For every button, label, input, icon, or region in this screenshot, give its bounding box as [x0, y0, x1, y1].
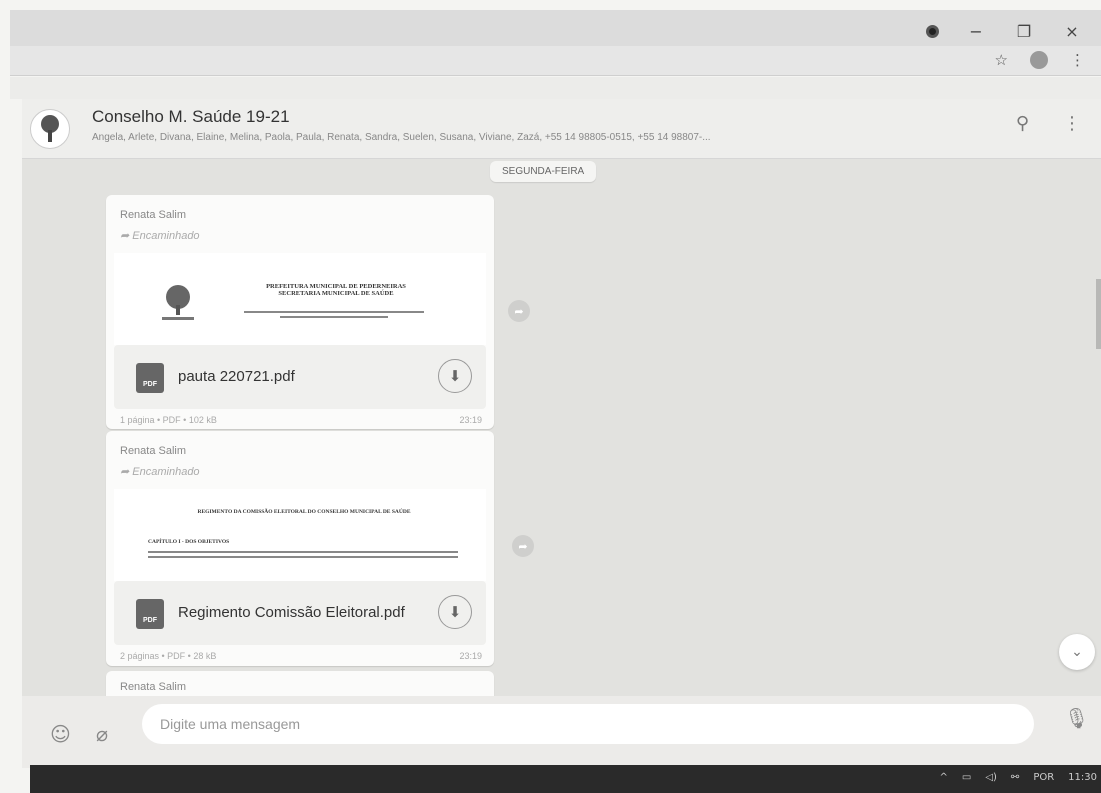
- chat-menu-icon[interactable]: ⋮: [1063, 113, 1081, 134]
- os-taskbar: ^ ▭ ◁) ⚯ POR 11:30: [30, 765, 1101, 793]
- file-attachment[interactable]: PDF Regimento Comissão Eleitoral.pdf ⬇: [114, 581, 486, 645]
- preview-subheading: CAPÍTULO I - DOS OBJETIVOS: [148, 539, 230, 545]
- address-bar-row: ☆ ⋮: [10, 46, 1101, 76]
- file-name: Regimento Comissão Eleitoral.pdf: [178, 604, 405, 621]
- preview-subheading: SECRETARIA MUNICIPAL DE SAÚDE: [278, 290, 394, 297]
- preview-text-line: [148, 556, 458, 558]
- message-sender: Renata Salim: [120, 209, 187, 221]
- chat-area: SEGUNDA-FEIRA Renata Salim ➦ Encaminhado…: [22, 159, 1101, 711]
- chevron-up-icon[interactable]: ^: [939, 772, 947, 783]
- message-bubble[interactable]: Renata Salim ➦ Encaminhado PREFEITURA MU…: [106, 195, 494, 429]
- preview-text-line: [148, 551, 458, 553]
- network-icon[interactable]: ⚯: [1011, 772, 1019, 783]
- maximize-button[interactable]: ❐: [1013, 20, 1035, 42]
- close-button[interactable]: ×: [1061, 20, 1083, 42]
- file-name: pauta 220721.pdf: [178, 368, 295, 385]
- profile-icon[interactable]: [1030, 51, 1048, 69]
- emoji-icon[interactable]: ☺: [50, 722, 71, 746]
- message-time: 23:19: [459, 651, 482, 661]
- preview-text-line: [280, 316, 388, 318]
- message-time: 23:19: [459, 415, 482, 425]
- scrollbar[interactable]: [1096, 279, 1101, 349]
- document-preview[interactable]: REGIMENTO DA COMISSÃO ELEITORAL DO CONSE…: [114, 489, 486, 581]
- prefeitura-logo-icon: [162, 285, 194, 320]
- file-meta: 1 página • PDF • 102 kB: [120, 415, 217, 425]
- download-button[interactable]: ⬇: [438, 595, 472, 629]
- download-button[interactable]: ⬇: [438, 359, 472, 393]
- forwarded-label: ➦ Encaminhado: [120, 230, 200, 242]
- scroll-down-button[interactable]: ⌄: [1059, 634, 1095, 670]
- minimize-button[interactable]: −: [965, 20, 987, 42]
- chat-title: Conselho M. Saúde 19-21: [92, 107, 290, 126]
- group-avatar[interactable]: [30, 109, 70, 149]
- document-preview[interactable]: PREFEITURA MUNICIPAL DE PEDERNEIRAS SECR…: [114, 253, 486, 345]
- volume-icon[interactable]: ◁): [985, 772, 997, 783]
- tree-logo-icon: [41, 115, 59, 142]
- pdf-file-icon: PDF: [136, 363, 164, 393]
- attach-icon[interactable]: ⌀: [96, 722, 108, 746]
- battery-icon[interactable]: ▭: [962, 772, 971, 783]
- forward-icon[interactable]: ➦: [508, 300, 530, 322]
- compose-bar: ☺ ⌀ 🎙: [22, 696, 1101, 768]
- record-icon[interactable]: [926, 24, 939, 38]
- window-controls: − ❐ ×: [926, 20, 1083, 42]
- forwarded-label: ➦ Encaminhado: [120, 466, 200, 478]
- message-input[interactable]: [142, 704, 1034, 744]
- pdf-file-icon: PDF: [136, 599, 164, 629]
- forward-icon[interactable]: ➦: [512, 535, 534, 557]
- message-sender: Renata Salim: [120, 681, 187, 693]
- message-bubble[interactable]: Renata Salim ➦ Encaminhado REGIMENTO DA …: [106, 431, 494, 666]
- chat-header[interactable]: Conselho M. Saúde 19-21 Angela, Arlete, …: [22, 99, 1101, 159]
- file-meta: 2 páginas • PDF • 28 kB: [120, 651, 217, 661]
- language-indicator[interactable]: POR: [1033, 772, 1054, 783]
- preview-heading: REGIMENTO DA COMISSÃO ELEITORAL DO CONSE…: [197, 509, 411, 515]
- forwarded-text: Encaminhado: [132, 466, 200, 478]
- message-sender: Renata Salim: [120, 445, 187, 457]
- browser-strip: [10, 77, 1101, 99]
- file-attachment[interactable]: PDF pauta 220721.pdf ⬇: [114, 345, 486, 409]
- system-tray: ^ ▭ ◁) ⚯ POR 11:30: [939, 772, 1097, 783]
- clock[interactable]: 11:30: [1068, 772, 1097, 783]
- menu-icon[interactable]: ⋮: [1070, 51, 1085, 69]
- date-divider: SEGUNDA-FEIRA: [490, 161, 597, 182]
- search-icon[interactable]: ⚲: [1016, 113, 1029, 134]
- forwarded-text: Encaminhado: [132, 230, 200, 242]
- microphone-icon[interactable]: 🎙: [1064, 706, 1089, 730]
- chat-members: Angela, Arlete, Divana, Elaine, Melina, …: [92, 132, 711, 143]
- preview-text-line: [244, 311, 424, 313]
- star-icon[interactable]: ☆: [995, 51, 1008, 69]
- preview-heading: PREFEITURA MUNICIPAL DE PEDERNEIRAS: [266, 283, 406, 290]
